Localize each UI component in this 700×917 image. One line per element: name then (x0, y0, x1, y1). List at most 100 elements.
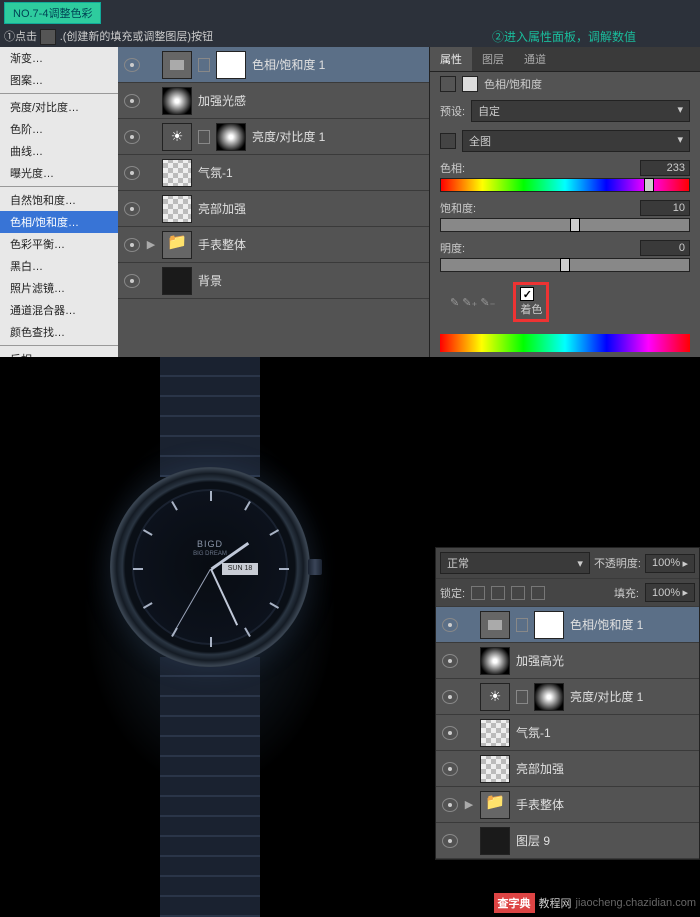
blend-mode-dropdown[interactable]: 正常▾ (440, 552, 590, 574)
layer-row[interactable]: 气氛-1 (118, 155, 429, 191)
range-dropdown[interactable]: 全图▾ (462, 130, 690, 152)
layer-row[interactable]: ▶📁手表整体 (436, 787, 699, 823)
menu-item[interactable]: 图案… (0, 69, 118, 91)
menu-item[interactable]: 黑白… (0, 255, 118, 277)
layer-thumbnail[interactable]: ☀ (480, 683, 510, 711)
layer-name[interactable]: 图层 9 (516, 832, 693, 849)
layer-thumbnail[interactable] (162, 159, 192, 187)
layer-thumbnail[interactable] (480, 611, 510, 639)
hue-knob[interactable] (644, 178, 654, 192)
menu-item[interactable]: 自然饱和度… (0, 189, 118, 211)
layer-row[interactable]: 加强高光 (436, 643, 699, 679)
layer-row[interactable]: 亮部加强 (118, 191, 429, 227)
lightness-slider[interactable] (440, 258, 690, 272)
lock-position-icon[interactable] (511, 586, 525, 600)
layer-thumbnail[interactable]: ☀ (162, 123, 192, 151)
menu-item[interactable]: 曲线… (0, 140, 118, 162)
layer-thumbnail[interactable] (216, 123, 246, 151)
lightness-knob[interactable] (560, 258, 570, 272)
visibility-icon[interactable] (442, 726, 458, 740)
layer-thumbnail[interactable] (480, 755, 510, 783)
lock-transparency-icon[interactable] (471, 586, 485, 600)
link-icon[interactable] (516, 618, 528, 632)
layer-name[interactable]: 气氛-1 (198, 164, 423, 181)
layer-thumbnail[interactable] (162, 51, 192, 79)
visibility-icon[interactable] (124, 94, 140, 108)
menu-item[interactable]: 照片滤镜… (0, 277, 118, 299)
lock-pixels-icon[interactable] (491, 586, 505, 600)
menu-item[interactable]: 亮度/对比度… (0, 96, 118, 118)
saturation-slider[interactable] (440, 218, 690, 232)
layer-thumbnail[interactable] (534, 611, 564, 639)
layer-row[interactable]: ☀ 亮度/对比度 1 (118, 119, 429, 155)
eyedropper-tools[interactable]: ✎ ✎₊ ✎₋ (440, 292, 505, 313)
visibility-icon[interactable] (442, 618, 458, 632)
layer-name[interactable]: 手表整体 (516, 796, 693, 813)
link-icon[interactable] (516, 690, 528, 704)
layer-name[interactable]: 亮度/对比度 1 (570, 688, 693, 705)
visibility-icon[interactable] (442, 654, 458, 668)
link-icon[interactable] (198, 130, 210, 144)
layer-row[interactable]: 图层 9 (436, 823, 699, 859)
layer-thumbnail[interactable] (162, 267, 192, 295)
menu-item[interactable]: 通道混合器… (0, 299, 118, 321)
layer-thumbnail[interactable] (534, 683, 564, 711)
visibility-icon[interactable] (124, 274, 140, 288)
hand-icon[interactable] (440, 133, 456, 149)
link-icon[interactable] (198, 58, 210, 72)
saturation-value[interactable]: 10 (640, 200, 690, 216)
fill-value[interactable]: 100%▸ (645, 583, 695, 602)
visibility-icon[interactable] (442, 762, 458, 776)
layer-name[interactable]: 色相/饱和度 1 (570, 616, 693, 633)
visibility-icon[interactable] (442, 834, 458, 848)
hue-value[interactable]: 233 (640, 160, 690, 176)
layer-name[interactable]: 手表整体 (198, 236, 423, 253)
tab-properties[interactable]: 属性 (430, 47, 472, 71)
layer-row[interactable]: 亮部加强 (436, 751, 699, 787)
saturation-knob[interactable] (570, 218, 580, 232)
layer-row[interactable]: 气氛-1 (436, 715, 699, 751)
tab-channels[interactable]: 通道 (514, 47, 556, 71)
layer-row[interactable]: 色相/饱和度 1 (436, 607, 699, 643)
expand-arrow-icon[interactable]: ▶ (464, 798, 474, 811)
visibility-icon[interactable] (124, 130, 140, 144)
layer-thumbnail[interactable] (480, 719, 510, 747)
visibility-icon[interactable] (124, 58, 140, 72)
layer-name[interactable]: 亮度/对比度 1 (252, 128, 423, 145)
layer-row[interactable]: 加强光感 (118, 83, 429, 119)
menu-item[interactable]: 曝光度… (0, 162, 118, 184)
layer-thumbnail[interactable] (162, 195, 192, 223)
opacity-value[interactable]: 100%▸ (645, 554, 695, 573)
layer-name[interactable]: 亮部加强 (516, 760, 693, 777)
layer-row[interactable]: 背景 (118, 263, 429, 299)
hue-slider[interactable] (440, 178, 690, 192)
menu-item[interactable]: 色彩平衡… (0, 233, 118, 255)
menu-item[interactable]: 色阶… (0, 118, 118, 140)
visibility-icon[interactable] (124, 238, 140, 252)
tab-layers[interactable]: 图层 (472, 47, 514, 71)
layer-name[interactable]: 加强高光 (516, 652, 693, 669)
layer-row[interactable]: 色相/饱和度 1 (118, 47, 429, 83)
layer-name[interactable]: 加强光感 (198, 92, 423, 109)
layer-thumbnail[interactable] (162, 87, 192, 115)
menu-item[interactable]: 颜色查找… (0, 321, 118, 343)
layer-thumbnail[interactable] (216, 51, 246, 79)
lightness-value[interactable]: 0 (640, 240, 690, 256)
layer-name[interactable]: 亮部加强 (198, 200, 423, 217)
expand-arrow-icon[interactable]: ▶ (146, 238, 156, 251)
layer-thumbnail[interactable] (480, 827, 510, 855)
layer-name[interactable]: 色相/饱和度 1 (252, 56, 423, 73)
lock-all-icon[interactable] (531, 586, 545, 600)
layer-row[interactable]: ▶📁手表整体 (118, 227, 429, 263)
layer-thumbnail[interactable] (480, 647, 510, 675)
layer-name[interactable]: 背景 (198, 272, 423, 289)
visibility-icon[interactable] (442, 798, 458, 812)
layer-name[interactable]: 气氛-1 (516, 724, 693, 741)
preset-dropdown[interactable]: 自定▾ (471, 100, 690, 122)
menu-item[interactable]: 渐变… (0, 47, 118, 69)
visibility-icon[interactable] (442, 690, 458, 704)
menu-item[interactable]: 色相/饱和度… (0, 211, 118, 233)
visibility-icon[interactable] (124, 166, 140, 180)
visibility-icon[interactable] (124, 202, 140, 216)
colorize-checkbox[interactable]: ✓ (520, 287, 534, 301)
